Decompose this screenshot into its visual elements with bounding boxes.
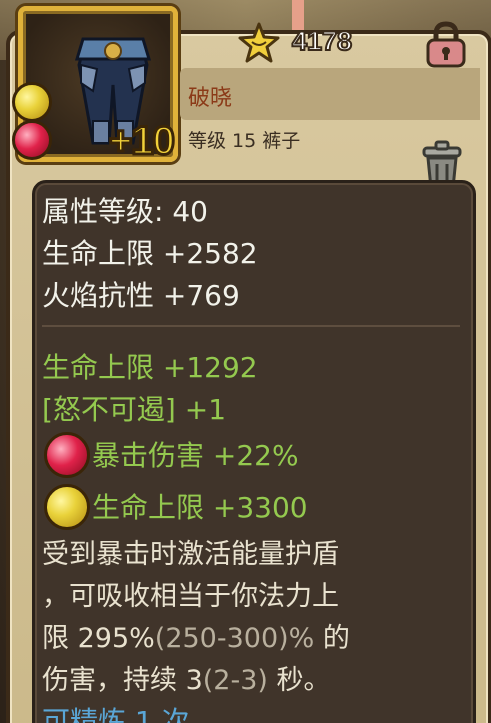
desc-range: (2-3) bbox=[202, 665, 268, 696]
gem-yellow-icon bbox=[12, 82, 52, 122]
desc-text: 秒。 bbox=[267, 665, 331, 696]
stats-divider bbox=[42, 325, 460, 327]
description-line-2: ，可吸收相当于你法力上 bbox=[42, 581, 339, 612]
points-value: 4178 bbox=[291, 25, 353, 57]
description-line-1: 受到暴击时激活能量护盾 bbox=[42, 539, 339, 570]
item-tooltip-screen: +10 4178 破晓 等级 15 裤子 属性等级: 40 生命上限 +2582… bbox=[0, 0, 491, 723]
desc-text: 的 bbox=[314, 623, 350, 654]
desc-value: 限 295% bbox=[42, 623, 155, 654]
bonus-rage-skill: [怒不可遏] +1 bbox=[42, 393, 227, 426]
desc-range: (250-300)% bbox=[154, 623, 315, 654]
gem-yellow-icon bbox=[44, 484, 90, 530]
enhance-level-badge: +10 bbox=[108, 118, 177, 165]
attribute-level: 属性等级: 40 bbox=[42, 195, 208, 228]
gem-max-life: 生命上限 +3300 bbox=[92, 491, 308, 524]
bonus-max-life: 生命上限 +1292 bbox=[42, 351, 258, 384]
stat-fire-resistance: 火焰抗性 +769 bbox=[42, 279, 240, 312]
gem-crit-damage: 暴击伤害 +22% bbox=[92, 439, 299, 472]
item-level-type: 等级 15 裤子 bbox=[188, 130, 301, 152]
stat-max-life: 生命上限 +2582 bbox=[42, 237, 258, 270]
gem-red-icon bbox=[44, 432, 90, 478]
refine-count: 可精炼 1 次 bbox=[42, 705, 190, 723]
lock-icon[interactable] bbox=[424, 20, 468, 68]
description-line-4: 伤害，持续 3(2-3) 秒。 bbox=[42, 658, 331, 697]
description-line-3: 限 295%(250-300)% 的 bbox=[42, 616, 350, 655]
gem-red-icon bbox=[12, 120, 52, 160]
desc-text: 伤害，持续 3 bbox=[42, 665, 203, 696]
item-name: 破晓 bbox=[188, 86, 233, 111]
star-icon bbox=[238, 22, 280, 63]
